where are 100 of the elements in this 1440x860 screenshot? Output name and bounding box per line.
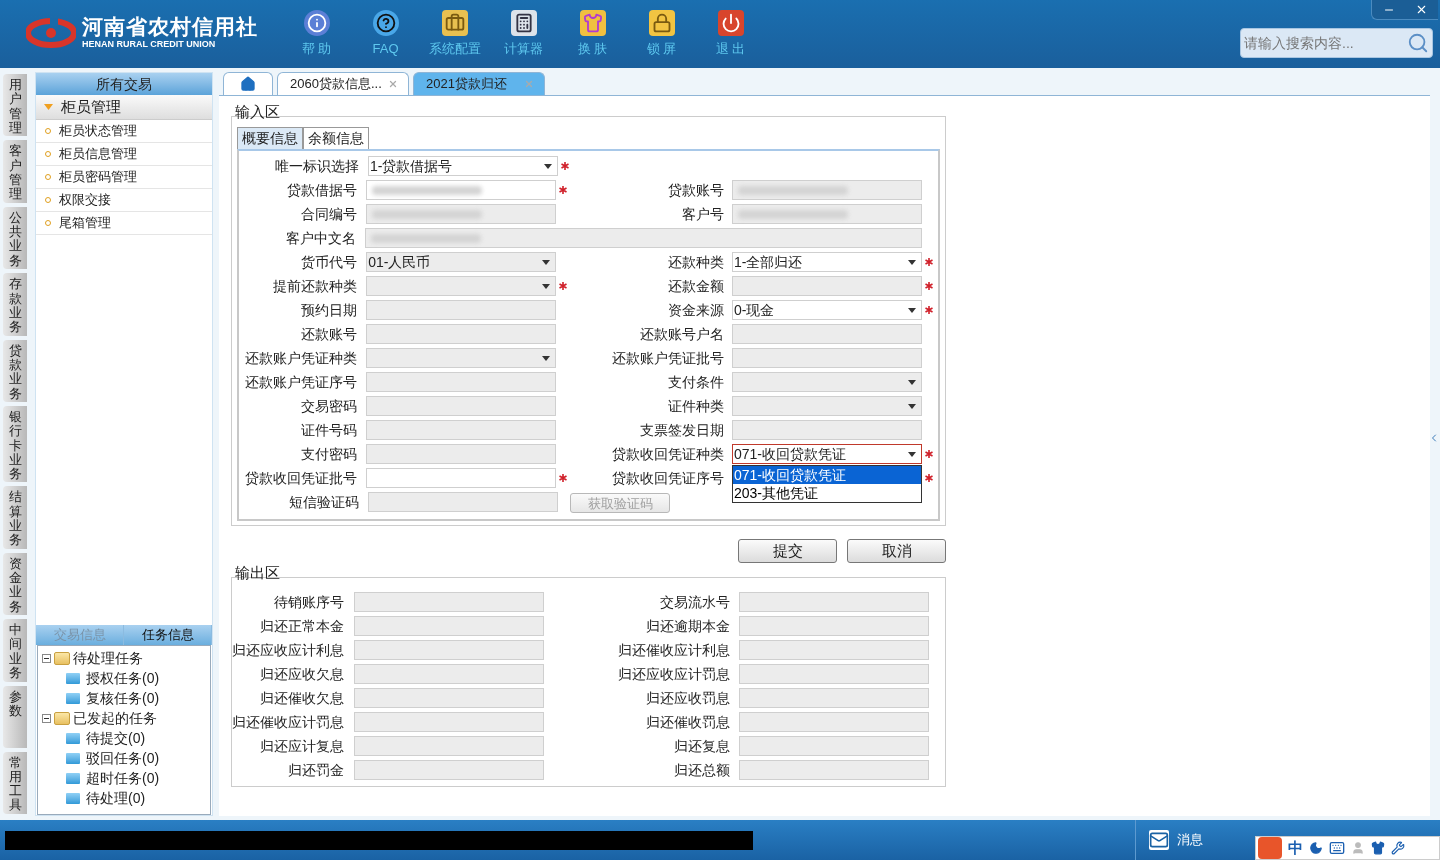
field-label: 归还罚金 xyxy=(287,760,344,780)
field-label: 归还应计复息 xyxy=(259,736,344,756)
input-field[interactable] xyxy=(366,372,557,392)
select-field[interactable]: 071-收回贷款凭证 xyxy=(732,444,922,464)
logo-title: 河南省农村信用社 xyxy=(82,16,258,37)
wrench-icon xyxy=(1391,841,1405,855)
input-field[interactable] xyxy=(732,420,922,440)
field-value: 0-现金 xyxy=(734,303,775,317)
message-button[interactable]: 消息 xyxy=(1135,820,1215,860)
field-label: 支票签发日期 xyxy=(639,420,724,440)
action-button[interactable]: 提交 xyxy=(738,539,837,563)
side-tab[interactable]: 公共业务 xyxy=(3,206,27,270)
input-field[interactable] xyxy=(732,204,922,224)
folder-icon xyxy=(54,651,70,665)
input-field[interactable] xyxy=(366,468,557,488)
field-label: 客户号 xyxy=(681,204,724,224)
input-field[interactable] xyxy=(732,276,922,296)
action-button[interactable]: 取消 xyxy=(847,539,946,563)
search-field[interactable]: 请输入搜索内容... xyxy=(1240,28,1433,58)
field-label: 支付条件 xyxy=(667,372,724,392)
dropdown-caret-icon xyxy=(908,379,916,385)
logo-icon xyxy=(26,17,76,48)
select-field[interactable]: 0-现金 xyxy=(732,300,922,320)
select-field[interactable] xyxy=(366,348,557,368)
tree-toggle-icon[interactable] xyxy=(42,713,51,723)
dropdown-option[interactable]: 203-其他凭证 xyxy=(733,484,921,502)
tree-node[interactable]: 驳回任务(0) xyxy=(86,747,160,769)
side-tab[interactable]: 资金业务 xyxy=(3,552,27,616)
input-field[interactable] xyxy=(732,348,922,368)
input-field[interactable] xyxy=(365,228,922,248)
input-field[interactable] xyxy=(366,324,557,344)
side-tab[interactable]: 银行卡业务 xyxy=(3,406,27,483)
panel-header: 所有交易 xyxy=(36,73,212,95)
side-tab[interactable]: 结算业务 xyxy=(3,486,27,549)
menu-item[interactable]: 柜员密码管理 xyxy=(59,167,137,187)
panel-tab[interactable]: 任务信息 xyxy=(124,625,212,645)
select-field[interactable]: 01-人民币 xyxy=(366,252,557,272)
field-value: 1-全部归还 xyxy=(734,255,803,269)
input-field[interactable] xyxy=(366,204,557,224)
menu-item[interactable]: 柜员信息管理 xyxy=(59,144,137,164)
tree-node[interactable]: 授权任务(0) xyxy=(86,667,160,689)
dropdown-caret-icon xyxy=(908,403,916,409)
field-value: 071-收回贷款凭证 xyxy=(734,447,847,461)
field-label: 归还正常本金 xyxy=(259,616,344,636)
side-tab[interactable]: 中间业务 xyxy=(3,619,27,682)
ime-mode[interactable]: 中 xyxy=(1288,836,1303,860)
tree-node[interactable]: 超时任务(0) xyxy=(86,767,160,789)
side-tab[interactable]: 客户管理 xyxy=(3,140,27,203)
side-tab[interactable]: 存款业务 xyxy=(3,273,27,336)
tree-node[interactable]: 已发起的任务 xyxy=(73,707,157,729)
select-field[interactable] xyxy=(732,372,922,392)
close-tab-icon xyxy=(388,79,398,89)
tree-node[interactable]: 复核任务(0) xyxy=(86,687,160,709)
field-label: 还款金额 xyxy=(667,276,724,296)
user-icon xyxy=(1351,841,1365,855)
field-label: 还款账户凭证序号 xyxy=(244,372,358,392)
tree-node[interactable]: 待处理任务 xyxy=(73,647,143,669)
side-tab[interactable]: 常用工具 xyxy=(3,751,27,814)
input-field[interactable] xyxy=(732,324,922,344)
input-field[interactable] xyxy=(366,444,557,464)
toolbar-icon xyxy=(372,10,399,36)
folder-icon xyxy=(66,692,80,704)
field-label: 贷款账号 xyxy=(667,180,724,200)
select-field[interactable] xyxy=(366,276,557,296)
form-tab[interactable]: 余额信息 xyxy=(303,127,369,149)
shirt-icon xyxy=(1371,841,1385,855)
page-tab[interactable]: 2060贷款信息... xyxy=(277,72,409,95)
input-field[interactable] xyxy=(368,492,558,512)
field-label: 货币代号 xyxy=(300,252,358,272)
menu-item[interactable]: 柜员状态管理 xyxy=(59,121,137,141)
tree-node[interactable]: 待提交(0) xyxy=(86,727,146,749)
page-tab[interactable]: 2021贷款归还 xyxy=(413,72,545,95)
input-field[interactable] xyxy=(366,396,557,416)
input-field[interactable] xyxy=(732,180,922,200)
tree-node[interactable]: 待处理(0) xyxy=(86,787,146,809)
field-label: 归还应收罚息 xyxy=(645,688,730,708)
menu-group[interactable]: 柜员管理 xyxy=(36,95,212,120)
menu-item[interactable]: 尾箱管理 xyxy=(59,213,111,233)
select-field[interactable]: 1-全部归还 xyxy=(732,252,922,272)
form-tab[interactable]: 概要信息 xyxy=(237,127,303,149)
menu-item[interactable]: 权限交接 xyxy=(59,190,111,210)
input-field[interactable] xyxy=(366,180,557,200)
folder-icon xyxy=(66,732,80,744)
field-label: 合同编号 xyxy=(300,204,358,224)
select-field[interactable] xyxy=(732,396,922,416)
select-field[interactable]: 1-贷款借据号 xyxy=(368,156,558,176)
home-tab[interactable] xyxy=(223,72,273,95)
dropdown-caret-icon xyxy=(542,355,551,361)
field-value: 01-人民币 xyxy=(368,255,431,269)
tree-toggle-icon[interactable] xyxy=(42,653,51,663)
input-field[interactable] xyxy=(366,300,557,320)
moon-icon xyxy=(1309,841,1323,855)
dropdown-option[interactable]: 071-收回贷款凭证 xyxy=(733,466,921,484)
side-tab[interactable]: 贷款业务 xyxy=(3,339,27,403)
toolbar-icon xyxy=(510,10,537,36)
mail-icon xyxy=(1148,830,1169,850)
side-tab[interactable]: 参数 xyxy=(3,685,27,748)
side-tab[interactable]: 用户管理 xyxy=(3,74,27,137)
field-label: 待销账序号 xyxy=(273,592,344,612)
input-field[interactable] xyxy=(366,420,557,440)
